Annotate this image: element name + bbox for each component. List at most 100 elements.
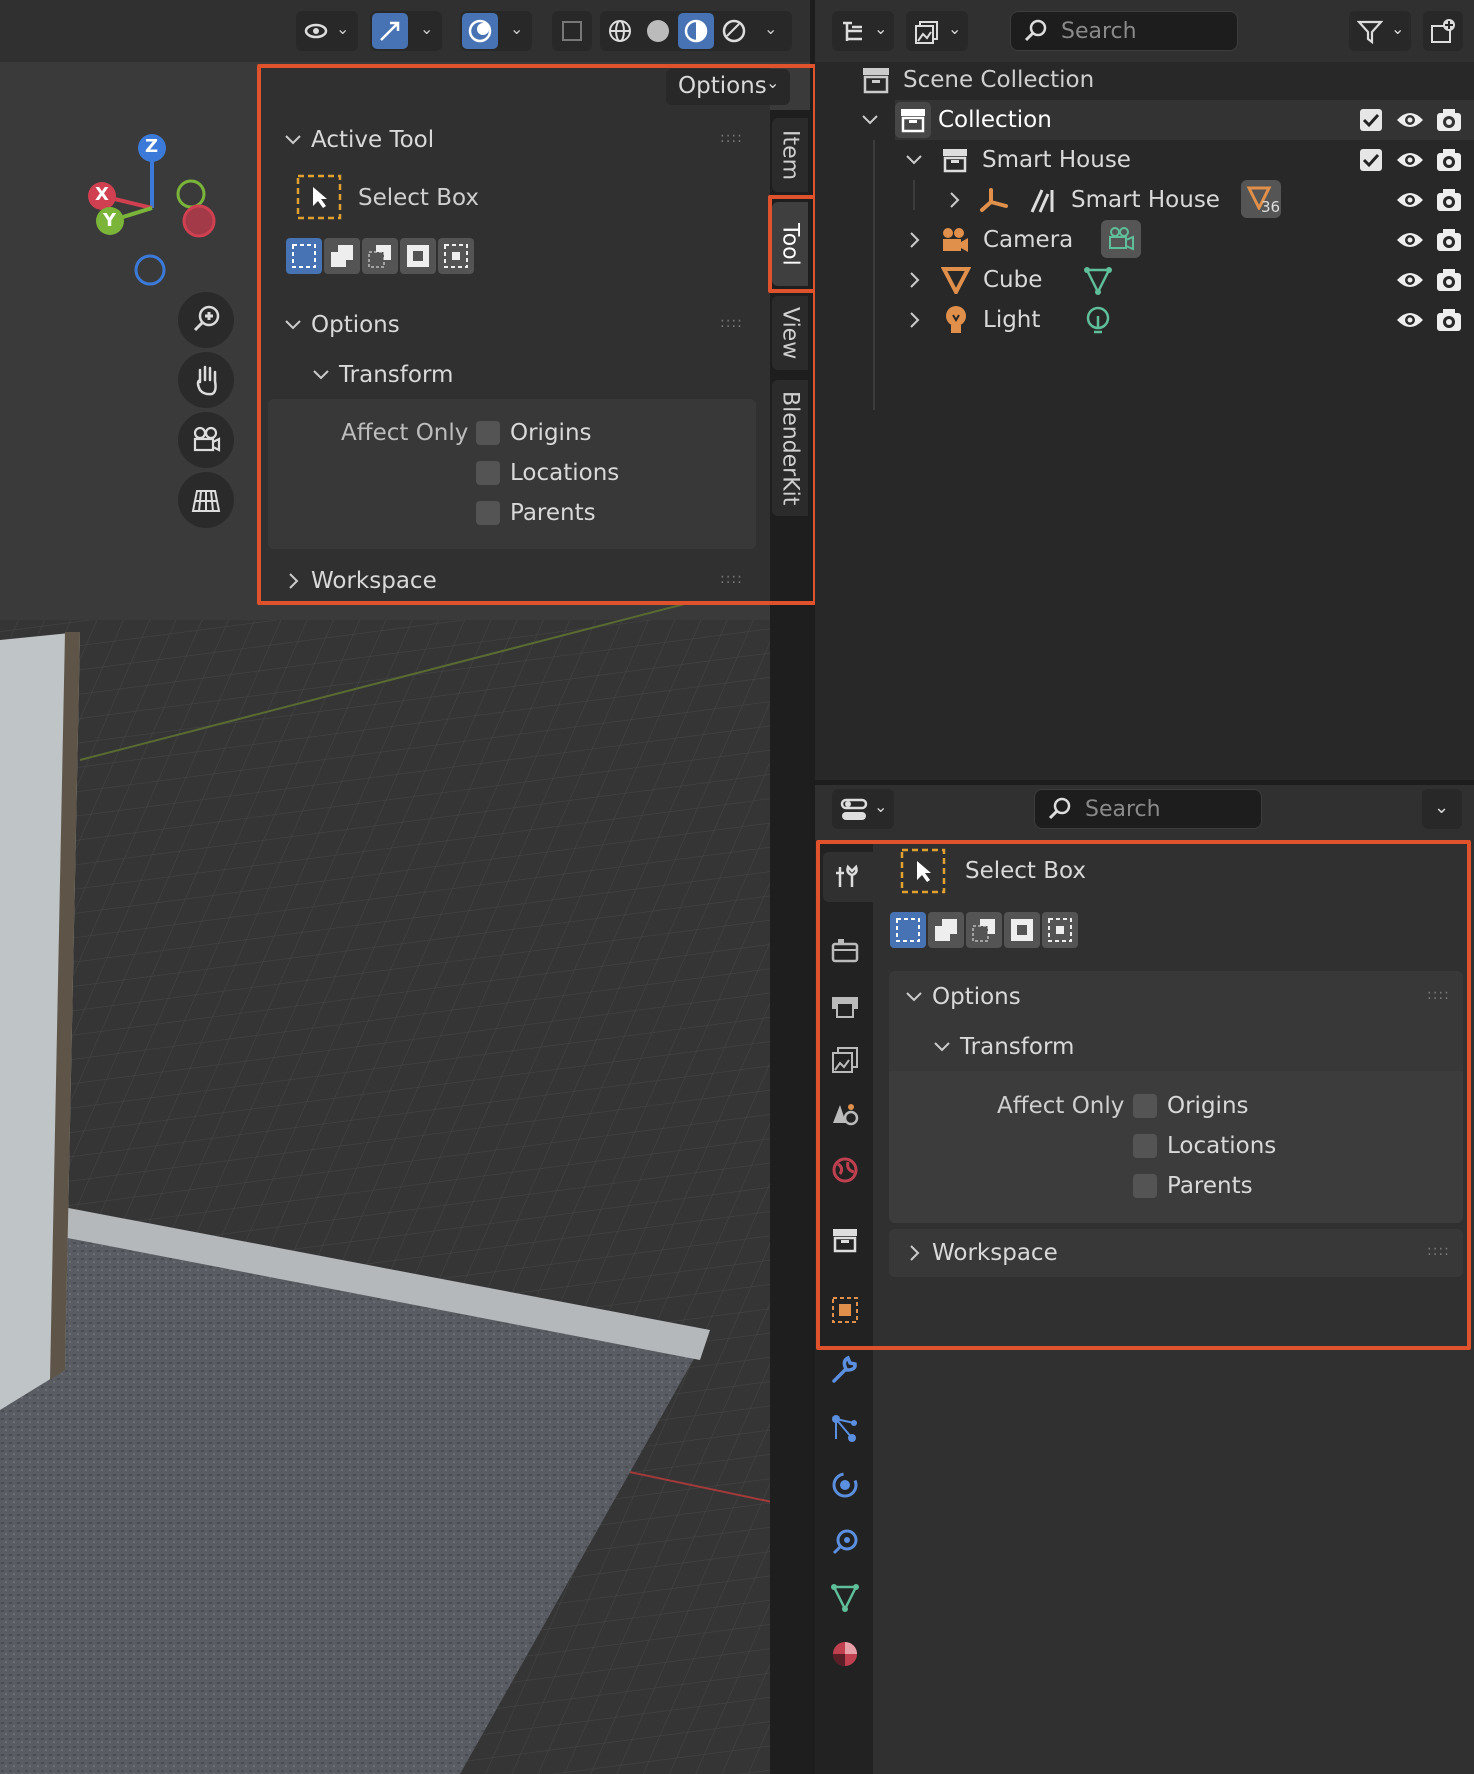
tab-view-layer[interactable] [825,1040,865,1080]
render-camera-icon[interactable] [1435,186,1463,214]
active-tool-header[interactable]: Active Tool :::: [280,120,750,160]
mode-subtract-icon[interactable] [362,238,398,274]
render-camera-icon[interactable] [1435,266,1463,294]
smart-house-exclude-checkbox[interactable] [1360,149,1382,171]
tab-constraints[interactable] [825,1522,865,1562]
drag-grip-icon[interactable]: :::: [720,571,743,587]
tab-world[interactable] [825,1150,865,1190]
parents-checkbox[interactable] [1133,1174,1157,1198]
locations-checkbox[interactable] [1133,1134,1157,1158]
light-data-icon[interactable] [1083,306,1113,336]
render-camera-icon[interactable] [1435,146,1463,174]
mode-intersect-icon[interactable] [438,238,474,274]
tab-item[interactable]: Item [772,118,808,192]
outliner-row-smart-house-collection[interactable]: Smart House [815,140,1474,180]
tab-tool[interactable]: Tool [772,202,808,286]
outliner-row-light[interactable]: Light [815,300,1474,340]
options-panel-header[interactable]: Options :::: [903,977,1453,1017]
ortho-toggle-button[interactable] [178,472,234,528]
tab-particles[interactable] [825,1408,865,1448]
chevron-right-icon[interactable] [905,311,923,329]
properties-options-dropdown[interactable]: ⌄ [1422,789,1462,829]
properties-search-input[interactable]: Search [1034,789,1262,829]
filter-dropdown[interactable]: ⌄ [1349,11,1411,51]
locations-checkbox[interactable] [476,461,500,485]
tab-physics[interactable] [825,1465,865,1505]
tab-collection[interactable] [825,1220,865,1260]
mode-extend-icon[interactable] [928,912,964,948]
mode-invert-icon[interactable] [400,238,436,274]
mode-set-icon[interactable] [890,912,926,948]
tab-active-tool[interactable] [823,852,873,902]
eye-icon[interactable] [1395,148,1425,172]
chevron-right-icon[interactable] [905,231,923,249]
parents-checkbox[interactable] [476,501,500,525]
zoom-button[interactable] [178,292,234,348]
properties-editor-type-dropdown[interactable]: ⌄ [832,789,894,829]
options-dropdown[interactable]: Options ⌄ [666,69,790,105]
origins-checkbox[interactable] [476,421,500,445]
chevron-right-icon[interactable] [905,271,923,289]
display-mode-dropdown[interactable]: ⌄ [832,11,894,51]
outliner-row-collection[interactable]: Collection [862,100,1474,140]
mode-invert-icon[interactable] [1004,912,1040,948]
camera-view-button[interactable] [178,412,234,468]
workspace-panel-header[interactable]: Workspace :::: [889,1229,1463,1277]
options-panel: Options :::: Transform Affect Only Origi… [889,971,1463,1223]
chevron-down-icon[interactable] [861,111,879,129]
tab-render[interactable] [825,930,865,970]
eye-icon[interactable] [1395,108,1425,132]
outliner-row-scene-collection[interactable]: Scene Collection [815,60,1474,100]
xray-toggle[interactable] [552,11,592,51]
solid-shading-icon[interactable] [646,19,670,43]
outliner-row-cube[interactable]: Cube [815,260,1474,300]
origins-checkbox[interactable] [1133,1094,1157,1118]
gizmo-dropdown[interactable]: ⌄ [370,11,442,51]
collection-exclude-checkbox[interactable] [1360,109,1382,131]
drag-grip-icon[interactable]: :::: [1427,987,1450,1003]
outliner-row-camera[interactable]: Camera [815,220,1474,260]
transform-subpanel-header[interactable]: Transform [308,355,708,395]
tab-modifiers[interactable] [825,1350,865,1390]
render-camera-icon[interactable] [1435,226,1463,254]
tab-view[interactable]: View [772,296,808,370]
mode-intersect-icon[interactable] [1042,912,1078,948]
eye-icon[interactable] [1395,308,1425,332]
render-camera-icon[interactable] [1435,306,1463,334]
mode-extend-icon[interactable] [324,238,360,274]
new-collection-button[interactable] [1423,11,1463,51]
pan-button[interactable] [178,352,234,408]
wireframe-shading-icon[interactable] [608,19,632,43]
filter-mode-dropdown[interactable]: ⌄ [906,11,968,51]
eye-icon[interactable] [1395,188,1425,212]
mesh-data-icon[interactable] [1083,266,1113,296]
tab-object[interactable] [825,1290,865,1330]
eye-icon[interactable] [1395,268,1425,292]
mode-set-icon[interactable] [286,238,322,274]
visibility-dropdown[interactable]: ⌄ [296,11,358,51]
outliner-search-input[interactable]: Search [1010,11,1238,51]
render-camera-icon[interactable] [1435,106,1463,134]
eye-icon[interactable] [1395,228,1425,252]
material-shading-icon[interactable] [684,19,708,43]
chevron-down-icon[interactable] [905,151,923,169]
outliner-row-smart-house-object[interactable]: Smart House 36 [815,180,1474,220]
chevron-right-icon[interactable] [945,191,963,209]
drag-grip-icon[interactable]: :::: [720,315,743,331]
mesh-data-badge[interactable]: 36 [1241,180,1281,218]
drag-grip-icon[interactable]: :::: [720,130,743,146]
transform-subpanel-header[interactable]: Transform [931,1027,1411,1067]
rendered-shading-icon[interactable] [722,19,746,43]
drag-grip-icon[interactable]: :::: [1427,1243,1450,1259]
workspace-panel-header[interactable]: Workspace :::: [280,561,750,601]
tab-blenderkit[interactable]: BlenderKit [772,380,808,516]
options-panel-header[interactable]: Options :::: [280,305,750,345]
mode-subtract-icon[interactable] [966,912,1002,948]
tab-material[interactable] [825,1634,865,1674]
tab-scene[interactable] [825,1095,865,1135]
camera-data-badge[interactable] [1101,220,1141,258]
overlay-dropdown[interactable]: ⌄ [460,11,532,51]
tab-data[interactable] [825,1578,865,1618]
tab-output[interactable] [825,985,865,1025]
chevron-down-icon[interactable]: ⌄ [764,19,777,38]
